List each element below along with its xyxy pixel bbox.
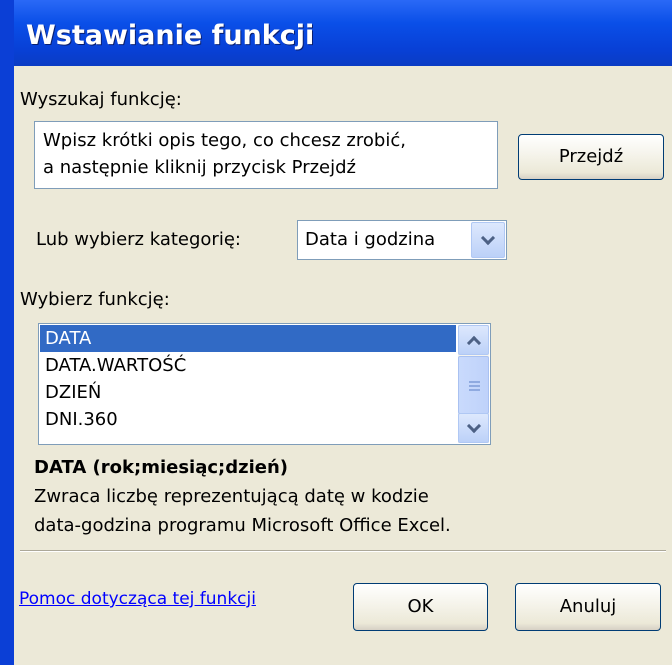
- category-select[interactable]: Data i godzina: [297, 220, 507, 260]
- category-label: Lub wybierz kategorię:: [36, 229, 241, 250]
- function-list-item[interactable]: DZIEŃ: [40, 379, 456, 406]
- function-listbox[interactable]: DATA DATA.WARTOŚĆ DZIEŃ DNI.360: [38, 323, 491, 445]
- function-list-item[interactable]: DNI.360: [40, 406, 456, 433]
- search-text-line2: a następnie kliknij przycisk Przejdź: [43, 157, 356, 178]
- cancel-button[interactable]: Anuluj: [515, 583, 661, 631]
- search-text-line1: Wpisz krótki opis tego, co chcesz zrobić…: [43, 130, 406, 151]
- function-description: Zwraca liczbę reprezentującą datę w kodz…: [34, 482, 654, 540]
- chevron-down-icon: [466, 418, 481, 434]
- scroll-up-button[interactable]: [458, 325, 489, 355]
- function-list-scrollbar[interactable]: [458, 325, 489, 443]
- category-selected-value: Data i godzina: [305, 229, 436, 250]
- chevron-up-icon: [466, 335, 481, 351]
- window-border: [0, 0, 14, 665]
- category-dropdown-button[interactable]: [471, 222, 505, 258]
- grip-icon: [469, 389, 480, 391]
- function-list-item[interactable]: DATA: [40, 325, 456, 352]
- scroll-down-button[interactable]: [458, 413, 489, 443]
- chevron-down-icon: [480, 230, 496, 246]
- function-signature: DATA (rok;miesiąc;dzień): [34, 457, 289, 478]
- scroll-thumb[interactable]: [458, 356, 489, 414]
- search-label: Wyszukaj funkcję:: [20, 89, 182, 110]
- separator: [20, 550, 666, 552]
- grip-icon: [469, 385, 480, 387]
- go-button[interactable]: Przejdź: [518, 134, 664, 180]
- ok-button[interactable]: OK: [353, 583, 488, 631]
- description-line2: data-godzina programu Microsoft Office E…: [34, 515, 451, 536]
- dialog-title: Wstawianie funkcji: [26, 20, 315, 51]
- function-list-items: DATA DATA.WARTOŚĆ DZIEŃ DNI.360: [39, 324, 490, 444]
- help-link[interactable]: Pomoc dotycząca tej funkcji: [19, 589, 256, 609]
- description-line1: Zwraca liczbę reprezentującą datę w kodz…: [34, 486, 429, 507]
- function-list-label: Wybierz funkcję:: [20, 289, 170, 310]
- grip-icon: [469, 381, 480, 383]
- dialog-body: Wyszukaj funkcję: Wpisz krótki opis tego…: [14, 66, 672, 665]
- function-list-item[interactable]: DATA.WARTOŚĆ: [40, 352, 456, 379]
- title-bar[interactable]: Wstawianie funkcji: [14, 0, 672, 66]
- search-input[interactable]: Wpisz krótki opis tego, co chcesz zrobić…: [34, 121, 498, 189]
